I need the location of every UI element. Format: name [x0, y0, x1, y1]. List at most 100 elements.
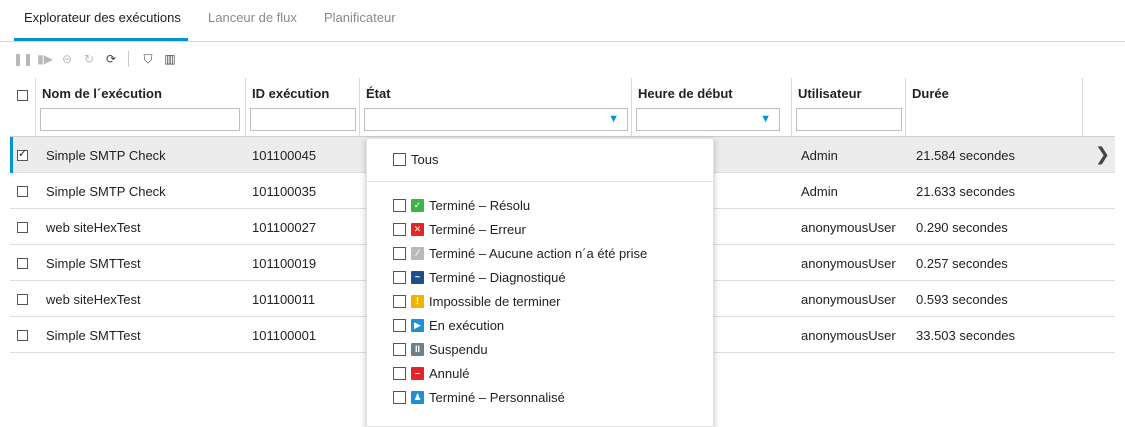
- run-duration: 0.257 secondes: [916, 256, 1008, 271]
- state-option-canceled[interactable]: – Annulé: [393, 363, 469, 383]
- state-option-checkbox[interactable]: [393, 222, 406, 236]
- run-id: 101100027: [252, 220, 317, 235]
- start-time-filter-dropdown[interactable]: ▼: [636, 108, 780, 131]
- user-filter-input[interactable]: [796, 108, 902, 131]
- state-option-checkbox[interactable]: [393, 342, 406, 356]
- run-name: Simple SMTTest: [46, 256, 141, 271]
- run-user: anonymousUser: [801, 292, 896, 307]
- run-id: 101100045: [252, 148, 317, 163]
- state-option-running[interactable]: ▶ En exécution: [393, 315, 504, 335]
- run-user: anonymousUser: [801, 328, 896, 343]
- row-checkbox[interactable]: [17, 294, 28, 305]
- cancel-icon[interactable]: ⊖: [56, 49, 78, 69]
- selected-row-indicator: [10, 137, 13, 173]
- canceled-icon: –: [411, 366, 424, 380]
- filter-icon[interactable]: ⛉: [137, 49, 159, 69]
- state-option-checkbox[interactable]: [393, 294, 406, 308]
- state-option-cannot-complete[interactable]: ! Impossible de terminer: [393, 291, 561, 311]
- warning-icon: !: [411, 294, 424, 308]
- tab-run-explorer[interactable]: Explorateur des exécutions: [24, 10, 181, 25]
- col-run-id-title[interactable]: ID exécution: [252, 86, 329, 101]
- run-id: 101100019: [252, 256, 317, 271]
- run-user: anonymousUser: [801, 220, 896, 235]
- tab-bar: Explorateur des exécutions Lanceur de fl…: [0, 0, 1125, 42]
- col-start-time: Heure de début ▼: [632, 78, 792, 137]
- state-option-label: Suspendu: [429, 341, 488, 357]
- col-run-id: ID exécution: [246, 78, 360, 137]
- col-user: Utilisateur: [792, 78, 906, 137]
- columns-icon[interactable]: ▥: [159, 49, 181, 69]
- run-name: Simple SMTTest: [46, 328, 141, 343]
- run-user: Admin: [801, 184, 838, 199]
- run-user: anonymousUser: [801, 256, 896, 271]
- col-run-name-title[interactable]: Nom de l´exécution: [42, 86, 162, 101]
- state-option-checkbox[interactable]: [393, 390, 406, 404]
- toolbar: ❚❚ ▮▶ ⊖ ↻ ⟳ ⛉ ▥: [12, 48, 181, 70]
- state-option-label: Tous: [411, 151, 439, 167]
- run-id: 101100035: [252, 184, 317, 199]
- state-option-checkbox[interactable]: [393, 246, 406, 260]
- run-name: Simple SMTP Check: [46, 148, 166, 163]
- run-user: Admin: [801, 148, 838, 163]
- running-icon: ▶: [411, 318, 424, 332]
- state-option-label: En exécution: [429, 317, 505, 333]
- pause-icon[interactable]: ❚❚: [12, 49, 34, 69]
- no-action-icon: ∕: [411, 246, 424, 260]
- table-header: Nom de l´exécution ID exécution État ▼ H…: [10, 78, 1115, 137]
- state-option-all[interactable]: Tous: [393, 149, 438, 169]
- diagnosed-icon: ~: [411, 270, 424, 284]
- reassign-icon[interactable]: ↻: [78, 49, 100, 69]
- chevron-down-icon: ▼: [608, 113, 619, 125]
- run-id: 101100011: [252, 292, 316, 307]
- state-option-error[interactable]: ✕ Terminé – Erreur: [393, 219, 526, 239]
- tab-flow-launcher[interactable]: Lanceur de flux: [208, 10, 297, 25]
- run-duration: 0.593 secondes: [916, 292, 1008, 307]
- state-filter-panel: Tous ✓ Terminé – Résolu ✕ Terminé – Erre…: [366, 138, 715, 427]
- resume-icon[interactable]: ▮▶: [34, 49, 56, 69]
- toolbar-divider: [128, 51, 129, 67]
- state-option-label: Annulé: [429, 365, 470, 381]
- state-option-checkbox[interactable]: [393, 152, 406, 166]
- run-duration: 0.290 secondes: [916, 220, 1008, 235]
- row-checkbox[interactable]: [17, 147, 28, 161]
- row-checkbox[interactable]: [17, 186, 28, 197]
- row-checkbox[interactable]: [17, 330, 28, 341]
- state-option-diagnosed[interactable]: ~ Terminé – Diagnostiqué: [393, 267, 566, 287]
- state-option-no-action[interactable]: ∕ Terminé – Aucune action n´a été prise: [393, 243, 647, 263]
- col-duration: Durée: [906, 78, 1083, 137]
- col-run-name: Nom de l´exécution: [36, 78, 246, 137]
- state-option-checkbox[interactable]: [393, 318, 406, 332]
- run-duration: 21.633 secondes: [916, 184, 1016, 199]
- select-all-checkbox[interactable]: [17, 90, 28, 101]
- run-name-filter-input[interactable]: [40, 108, 240, 131]
- refresh-icon[interactable]: ⟳: [100, 49, 122, 69]
- state-option-label: Terminé – Résolu: [429, 197, 531, 213]
- state-option-checkbox[interactable]: [393, 270, 406, 284]
- run-id: 101100001: [252, 328, 317, 343]
- chevron-right-icon[interactable]: ❯: [1095, 144, 1110, 165]
- custom-icon: ♟: [411, 390, 424, 404]
- state-option-checkbox[interactable]: [393, 198, 406, 212]
- panel-divider: [367, 181, 715, 182]
- state-filter-dropdown[interactable]: ▼: [364, 108, 628, 131]
- error-icon: ✕: [411, 222, 424, 236]
- state-option-paused[interactable]: II Suspendu: [393, 339, 488, 359]
- col-state-title[interactable]: État: [366, 86, 391, 101]
- state-option-custom[interactable]: ♟ Terminé – Personnalisé: [393, 387, 565, 407]
- col-duration-title[interactable]: Durée: [912, 86, 949, 101]
- col-state: État ▼: [360, 78, 632, 137]
- state-option-label: Terminé – Personnalisé: [429, 389, 565, 405]
- row-checkbox[interactable]: [17, 258, 28, 269]
- run-duration: 21.584 secondes: [916, 148, 1016, 163]
- row-checkbox[interactable]: [17, 222, 28, 233]
- paused-icon: II: [411, 342, 424, 356]
- state-option-checkbox[interactable]: [393, 366, 406, 380]
- state-option-label: Terminé – Aucune action n´a été prise: [429, 245, 648, 261]
- tab-scheduler[interactable]: Planificateur: [324, 10, 396, 25]
- run-id-filter-input[interactable]: [250, 108, 356, 131]
- select-all-cell: [10, 78, 36, 137]
- state-option-resolved[interactable]: ✓ Terminé – Résolu: [393, 195, 530, 215]
- col-start-time-title[interactable]: Heure de début: [638, 86, 733, 101]
- state-option-label: Impossible de terminer: [429, 293, 561, 309]
- col-user-title[interactable]: Utilisateur: [798, 86, 862, 101]
